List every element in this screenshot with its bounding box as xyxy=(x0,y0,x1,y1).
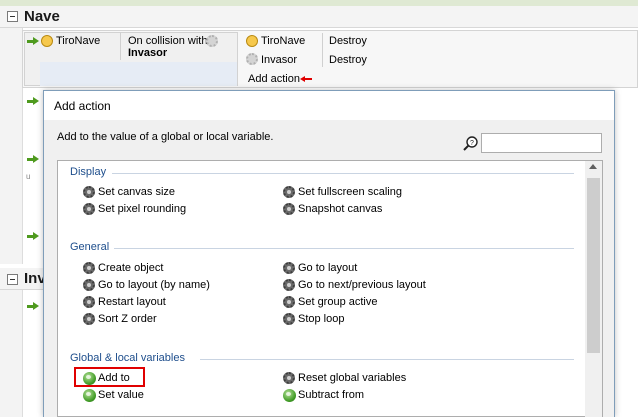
collapse-toggle-icon[interactable] xyxy=(7,274,18,285)
scroll-up-arrow-icon[interactable] xyxy=(589,164,597,169)
category-display: Display xyxy=(70,166,107,178)
action-item[interactable]: Snapshot canvas xyxy=(282,201,382,216)
object-icon xyxy=(246,35,258,47)
gear-icon xyxy=(283,202,295,215)
group-indent xyxy=(0,28,23,264)
event-arrow-icon xyxy=(27,37,39,46)
dialog-description: Add to the value of a global or local va… xyxy=(57,131,274,143)
gear-icon xyxy=(283,261,295,274)
gear-icon xyxy=(83,185,95,198)
partial-text: u xyxy=(26,172,31,181)
condition-selection xyxy=(40,62,237,86)
highlight-box xyxy=(74,367,145,387)
dialog-titlebar[interactable] xyxy=(44,91,614,119)
svg-text:?: ? xyxy=(470,140,474,147)
action-name[interactable]: Destroy xyxy=(329,54,367,66)
action-object[interactable]: Invasor xyxy=(261,54,297,66)
scrollbar-thumb[interactable] xyxy=(587,178,600,353)
group-header-nave[interactable] xyxy=(0,6,638,28)
category-general: General xyxy=(70,241,110,253)
group-indent xyxy=(0,290,23,417)
gear-icon xyxy=(83,295,95,308)
gear-icon xyxy=(83,202,95,215)
action-item[interactable]: Set canvas size xyxy=(82,184,175,199)
gear-icon xyxy=(83,312,95,325)
action-item[interactable]: Create object xyxy=(82,260,163,275)
action-item[interactable]: Go to next/previous layout xyxy=(282,277,426,292)
event-arrow-icon xyxy=(27,155,39,164)
gear-icon xyxy=(283,295,295,308)
event-arrow-icon xyxy=(27,302,39,311)
search-input[interactable] xyxy=(481,133,602,153)
action-item[interactable]: Go to layout (by name) xyxy=(82,277,210,292)
condition-object: TiroNave xyxy=(56,35,101,47)
gear-icon xyxy=(83,278,95,291)
divider xyxy=(322,33,323,67)
action-item[interactable]: Set value xyxy=(82,387,144,402)
gear-icon xyxy=(283,185,295,198)
group-title-nave: Nave xyxy=(24,8,60,25)
action-item[interactable]: Stop loop xyxy=(282,311,344,326)
gear-icon xyxy=(283,312,295,325)
action-item[interactable]: Go to layout xyxy=(282,260,357,275)
condition-param: Invasor xyxy=(128,47,168,59)
search-icon: ? xyxy=(463,136,478,151)
action-item[interactable]: Subtract from xyxy=(282,387,364,402)
divider xyxy=(120,32,121,60)
red-arrow-icon xyxy=(300,76,312,82)
action-item[interactable]: Restart layout xyxy=(82,294,166,309)
gear-icon xyxy=(283,371,295,384)
category-global-local-variables: Global & local variables xyxy=(70,352,185,364)
category-divider xyxy=(114,248,574,249)
object-icon xyxy=(41,35,53,47)
action-item[interactable]: Set pixel rounding xyxy=(82,201,186,216)
globe-icon xyxy=(83,388,96,402)
globe-icon xyxy=(283,388,296,402)
dialog-title: Add action xyxy=(54,99,111,113)
condition-text: On collision with xyxy=(128,35,208,47)
event-arrow-icon xyxy=(27,97,39,106)
action-item[interactable]: Sort Z order xyxy=(82,311,157,326)
action-name[interactable]: Destroy xyxy=(329,35,367,47)
gear-icon xyxy=(283,278,295,291)
add-action-link[interactable]: Add action xyxy=(248,73,300,85)
action-item[interactable]: Set group active xyxy=(282,294,378,309)
collision-icon xyxy=(206,35,218,47)
action-object[interactable]: TiroNave xyxy=(261,35,305,47)
category-divider xyxy=(200,359,574,360)
category-divider xyxy=(112,173,574,174)
gear-icon xyxy=(83,261,95,274)
action-item[interactable]: Reset global variables xyxy=(282,370,406,385)
event-arrow-icon xyxy=(27,232,39,241)
object-icon xyxy=(246,53,258,65)
collapse-toggle-icon[interactable] xyxy=(7,11,18,22)
action-item[interactable]: Set fullscreen scaling xyxy=(282,184,402,199)
